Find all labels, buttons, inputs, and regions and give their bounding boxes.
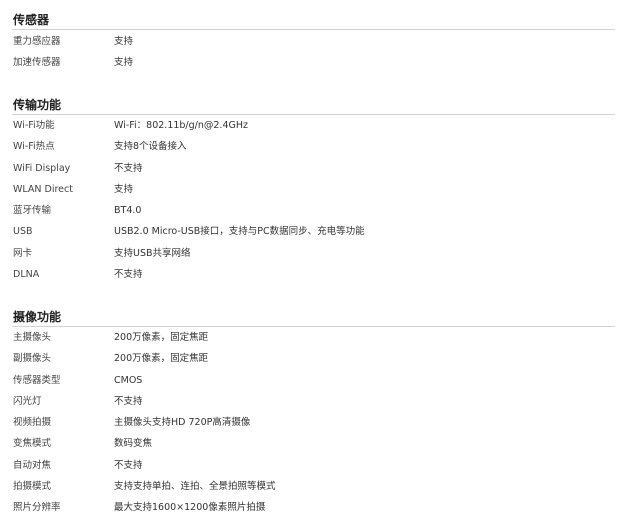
spec-row: 副摄像头 200万像素，固定焦距 [0, 348, 619, 369]
spec-value: 不支持 [114, 460, 143, 471]
spec-label: 自动对焦 [13, 460, 52, 471]
spec-row: 照片分辨率 最大支持1600×1200像素照片拍摄 [0, 497, 619, 518]
spec-row: 主摄像头 200万像素，固定焦距 [0, 327, 619, 348]
spec-row: 传感器类型 CMOS [0, 370, 619, 391]
spec-row: WLAN Direct 支持 [0, 179, 619, 200]
section-title-transmission: 传输功能 [13, 98, 62, 112]
spec-label: 视频拍摄 [13, 417, 52, 428]
spec-value: 最大支持1600×1200像素照片拍摄 [114, 502, 266, 513]
spec-row: 蓝牙传输 BT4.0 [0, 200, 619, 221]
spec-row: 加速传感器 支持 [0, 52, 619, 73]
spec-row: 网卡 支持USB共享网络 [0, 243, 619, 264]
spec-label: WLAN Direct [13, 184, 73, 195]
section-title-sensors: 传感器 [13, 13, 50, 27]
spec-label: 变焦模式 [13, 438, 52, 449]
spec-label: 主摄像头 [13, 332, 52, 343]
spec-value: 200万像素，固定焦距 [114, 353, 209, 364]
spec-value: 支持 [114, 36, 134, 47]
spec-label: DLNA [13, 269, 40, 280]
spec-label: 重力感应器 [13, 36, 61, 47]
spec-label: 照片分辨率 [13, 502, 61, 513]
spec-label: USB [13, 226, 33, 237]
spec-row: WiFi Display 不支持 [0, 158, 619, 179]
spec-value: 支持支持单拍、连拍、全景拍照等模式 [114, 481, 276, 492]
spec-row: USB USB2.0 Micro-USB接口，支持与PC数据同步、充电等功能 [0, 221, 619, 242]
spec-value: 支持 [114, 184, 134, 195]
spec-row: Wi-Fi热点 支持8个设备接入 [0, 136, 619, 157]
spec-row: 拍摄模式 支持支持单拍、连拍、全景拍照等模式 [0, 476, 619, 497]
spec-label: Wi-Fi功能 [13, 120, 55, 131]
spec-value: Wi-Fi：802.11b/g/n@2.4GHz [114, 120, 248, 131]
spec-row: 视频拍摄 主摄像头支持HD 720P高清摄像 [0, 412, 619, 433]
spec-row: 变焦模式 数码变焦 [0, 433, 619, 454]
spec-label: WiFi Display [13, 163, 71, 174]
spec-value: USB2.0 Micro-USB接口，支持与PC数据同步、充电等功能 [114, 226, 365, 237]
spec-value: 支持8个设备接入 [114, 141, 187, 152]
spec-label: 蓝牙传输 [13, 205, 52, 216]
spec-label: 拍摄模式 [13, 481, 52, 492]
spec-value: 支持USB共享网络 [114, 248, 191, 259]
section-title-camera: 摄像功能 [13, 310, 62, 324]
spec-value: CMOS [114, 375, 143, 386]
spec-label: 加速传感器 [13, 57, 61, 68]
spec-value: 主摄像头支持HD 720P高清摄像 [114, 417, 251, 428]
spec-value: 数码变焦 [114, 438, 153, 449]
spec-value: 不支持 [114, 163, 143, 174]
spec-value: BT4.0 [114, 205, 142, 216]
spec-value: 200万像素，固定焦距 [114, 332, 209, 343]
spec-value: 不支持 [114, 396, 143, 407]
spec-row: 闪光灯 不支持 [0, 391, 619, 412]
spec-label: 传感器类型 [13, 375, 61, 386]
spec-label: 闪光灯 [13, 396, 42, 407]
spec-page: 传感器 重力感应器 支持 加速传感器 支持 传输功能 Wi-Fi功能 Wi-Fi… [0, 0, 619, 532]
section-divider [12, 29, 615, 30]
spec-row: DLNA 不支持 [0, 264, 619, 285]
spec-label: 副摄像头 [13, 353, 52, 364]
spec-label: 网卡 [13, 248, 33, 259]
spec-value: 不支持 [114, 269, 143, 280]
spec-value: 支持 [114, 57, 134, 68]
spec-row: Wi-Fi功能 Wi-Fi：802.11b/g/n@2.4GHz [0, 115, 619, 136]
spec-row: 自动对焦 不支持 [0, 455, 619, 476]
spec-row: 重力感应器 支持 [0, 31, 619, 52]
spec-label: Wi-Fi热点 [13, 141, 55, 152]
